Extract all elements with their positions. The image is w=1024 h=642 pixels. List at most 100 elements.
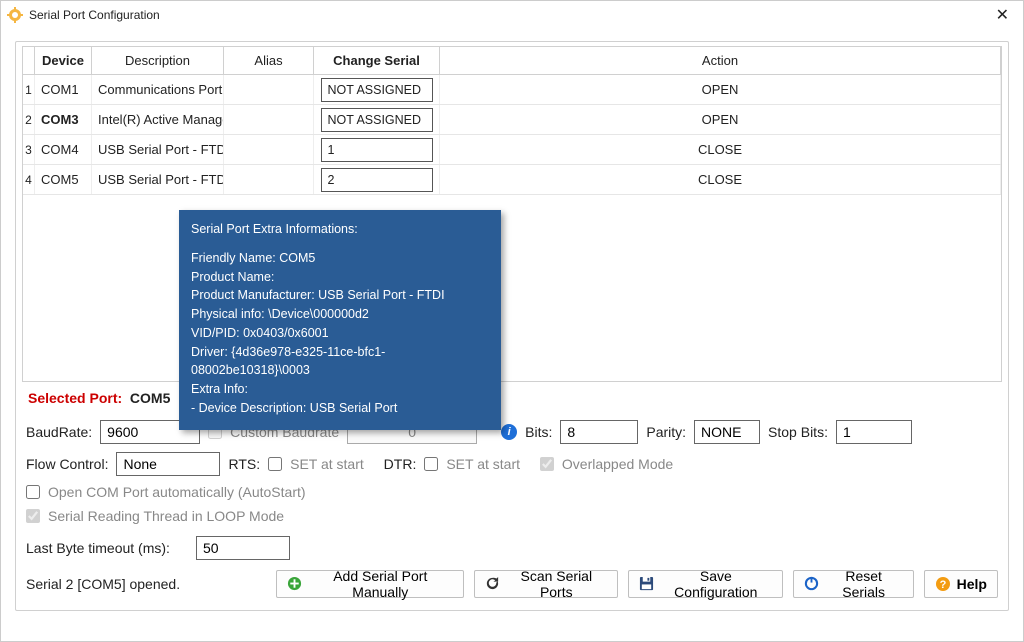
header-index xyxy=(23,47,35,74)
alias-cell xyxy=(224,105,314,134)
alias-cell xyxy=(224,165,314,194)
save-icon xyxy=(639,576,654,592)
status-line: Selected Port: COM5 Status: COM5 opened … xyxy=(22,382,1002,410)
table-row[interactable]: 3COM4USB Serial Port - FTDI 1 CLOSE xyxy=(23,135,1001,165)
bits-label: Bits: xyxy=(525,424,552,440)
action-link[interactable]: CLOSE xyxy=(698,172,742,187)
stopbits-input[interactable] xyxy=(836,420,912,444)
action-link[interactable]: CLOSE xyxy=(698,142,742,157)
row-index: 1 xyxy=(23,75,35,104)
table-row[interactable]: 4COM5USB Serial Port - FTDI 2 CLOSE xyxy=(23,165,1001,195)
grid-body: 1COM1Communications Port -NOT ASSIGNEDOP… xyxy=(23,75,1001,381)
row-index: 4 xyxy=(23,165,35,194)
device-cell: COM3 xyxy=(35,105,92,134)
refresh-icon xyxy=(485,576,500,592)
action-cell: OPEN xyxy=(440,105,1001,134)
flow-control-label: Flow Control: xyxy=(26,456,108,472)
button-label: Scan Serial Ports xyxy=(506,568,607,600)
help-button[interactable]: ? Help xyxy=(924,570,998,598)
header-device[interactable]: Device xyxy=(35,47,92,74)
autostart-label: Open COM Port automatically (AutoStart) xyxy=(48,484,306,500)
action-cell: OPEN xyxy=(440,75,1001,104)
change-serial-field[interactable]: NOT ASSIGNED xyxy=(321,108,433,132)
reset-icon xyxy=(804,576,819,592)
row-index: 3 xyxy=(23,135,35,164)
change-serial-field[interactable]: 2 xyxy=(321,168,433,192)
grid-header: Device Description Alias Change Serial A… xyxy=(23,47,1001,75)
selected-port-label: Selected Port: xyxy=(28,390,122,406)
table-row[interactable]: 2COM3Intel(R) Active ManagerNOT ASSIGNED… xyxy=(23,105,1001,135)
table-row[interactable]: 1COM1Communications Port - NOT ASSIGNED OP… xyxy=(23,75,1001,105)
change-serial-cell: 2 xyxy=(314,165,440,194)
loop-mode-checkbox[interactable] xyxy=(26,509,40,523)
bits-input[interactable] xyxy=(560,420,638,444)
device-cell: COM5 xyxy=(35,165,92,194)
button-label: Save Configuration xyxy=(660,568,772,600)
port-info-tooltip: Serial Port Extra Informations: Friendly… xyxy=(179,210,501,430)
tooltip-title: Serial Port Extra Informations: xyxy=(191,220,489,239)
change-serial-cell: 1 xyxy=(314,135,440,164)
scan-serial-ports-button[interactable]: Scan Serial Ports xyxy=(474,570,618,598)
parity-input[interactable] xyxy=(694,420,760,444)
reset-serials-button[interactable]: Reset Serials xyxy=(793,570,914,598)
footer-status: Serial 2 [COM5] opened. xyxy=(26,576,266,592)
tooltip-line: Driver: {4d36e978-e325-11ce-bfc1-08002be… xyxy=(191,343,489,381)
action-link[interactable]: OPEN xyxy=(702,82,739,97)
change-serial-cell: NOT ASSIGNED xyxy=(314,75,440,104)
loop-mode-label: Serial Reading Thread in LOOP Mode xyxy=(48,508,284,524)
window-title: Serial Port Configuration xyxy=(29,8,160,22)
change-serial-field[interactable]: 1 xyxy=(321,138,433,162)
tooltip-line: Product Manufacturer: USB Serial Port - … xyxy=(191,286,489,305)
button-label: Help xyxy=(957,576,987,592)
save-configuration-button[interactable]: Save Configuration xyxy=(628,570,783,598)
dtr-label: DTR: xyxy=(384,456,417,472)
rts-label: RTS: xyxy=(228,456,260,472)
close-icon[interactable]: ✕ xyxy=(988,5,1017,25)
action-link[interactable]: OPEN xyxy=(702,112,739,127)
tooltip-line: Extra Info: xyxy=(191,380,489,399)
autostart-checkbox[interactable] xyxy=(26,485,40,499)
timeout-input[interactable] xyxy=(196,536,290,560)
overlapped-label: Overlapped Mode xyxy=(562,456,673,472)
selected-port-value: COM5 xyxy=(130,390,170,406)
header-change-serial[interactable]: Change Serial xyxy=(314,47,440,74)
rts-checkbox[interactable] xyxy=(268,457,282,471)
timeout-label: Last Byte timeout (ms): xyxy=(26,540,170,556)
action-cell: CLOSE xyxy=(440,135,1001,164)
add-serial-port-button[interactable]: Add Serial Port Manually xyxy=(276,570,464,598)
tooltip-line: Physical info: \Device\000000d2 xyxy=(191,305,489,324)
description-cell: USB Serial Port - FTDI xyxy=(92,165,224,194)
tooltip-line: Product Name: xyxy=(191,268,489,287)
dtr-checkbox[interactable] xyxy=(424,457,438,471)
description-cell: USB Serial Port - FTDI xyxy=(92,135,224,164)
alias-cell xyxy=(224,135,314,164)
port-grid: Device Description Alias Change Serial A… xyxy=(22,46,1002,382)
header-action[interactable]: Action xyxy=(440,47,1001,74)
rts-option: SET at start xyxy=(290,456,364,472)
dtr-option: SET at start xyxy=(446,456,520,472)
info-icon[interactable]: i xyxy=(501,424,517,440)
button-label: Reset Serials xyxy=(825,568,903,600)
alias-cell xyxy=(224,75,314,104)
description-cell: Communications Port - xyxy=(92,75,224,104)
row-index: 2 xyxy=(23,105,35,134)
header-description[interactable]: Description xyxy=(92,47,224,74)
serial-port-config-window: Serial Port Configuration ✕ Device Descr… xyxy=(0,0,1024,642)
tooltip-line: VID/PID: 0x0403/0x6001 xyxy=(191,324,489,343)
flow-control-input[interactable] xyxy=(116,452,220,476)
header-alias[interactable]: Alias xyxy=(224,47,314,74)
tooltip-line: - Device Description: USB Serial Port xyxy=(191,399,489,418)
action-cell: CLOSE xyxy=(440,165,1001,194)
button-label: Add Serial Port Manually xyxy=(308,568,453,600)
main-panel: Device Description Alias Change Serial A… xyxy=(15,41,1009,611)
plus-icon xyxy=(287,576,302,592)
svg-text:?: ? xyxy=(939,579,946,591)
overlapped-checkbox[interactable] xyxy=(540,457,554,471)
device-cell: COM1 xyxy=(35,75,92,104)
help-icon: ? xyxy=(935,576,951,592)
app-icon xyxy=(7,7,23,23)
device-cell: COM4 xyxy=(35,135,92,164)
change-serial-field[interactable]: NOT ASSIGNED xyxy=(321,78,433,102)
titlebar: Serial Port Configuration ✕ xyxy=(1,1,1023,29)
baudrate-label: BaudRate: xyxy=(26,424,92,440)
